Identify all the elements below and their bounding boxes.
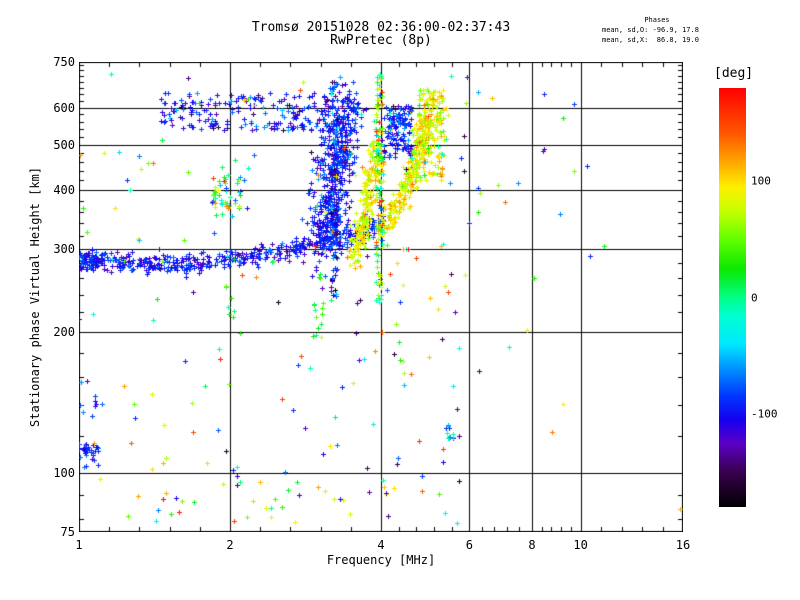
y-tick-label: 500	[53, 137, 75, 152]
x-axis-label: Frequency [MHz]	[326, 553, 436, 567]
phase-stats-header: Phases	[644, 16, 670, 24]
phase-stats-o-mode: mean, sd,O: -96.9, 17.8	[602, 26, 699, 34]
phase-stats-x-mode: mean, sd,X: 86.8, 19.0	[602, 36, 699, 44]
y-tick-label: 75	[60, 525, 75, 539]
x-tick-label: 8	[528, 538, 536, 552]
scatter-canvas	[79, 62, 683, 532]
x-tick-label: 6	[465, 538, 473, 552]
x-tick-label: 4	[377, 538, 385, 552]
y-tick-label: 200	[53, 324, 75, 339]
x-tick-label: 1	[75, 538, 83, 552]
colorbar-tick-label: 100	[751, 174, 771, 188]
x-tick-label: 16	[675, 538, 691, 552]
colorbar-tick-label: -100	[751, 407, 778, 421]
plot-subtitle: RwPretec (8p)	[330, 33, 432, 48]
colorbar	[719, 88, 746, 507]
phase-stats-annotation: Phases mean, sd,O: -96.9, 17.8 mean, sd,…	[602, 15, 712, 45]
y-tick-label: 300	[53, 242, 75, 257]
y-tick-label: 400	[53, 183, 75, 198]
y-axis-label: Stationary phase Virtual Height [km]	[28, 166, 42, 428]
colorbar-label: [deg]	[714, 66, 754, 81]
y-tick-label: 600	[53, 100, 75, 115]
x-tick-label: 10	[573, 538, 588, 552]
y-tick-label: 100	[53, 466, 75, 481]
plot-area	[79, 62, 683, 532]
x-tick-label: 2	[226, 538, 234, 552]
colorbar-tick-label: 0	[751, 291, 758, 304]
ionogram-figure: Tromsø 20151028 02:36:00-02:37:43 RwPret…	[0, 0, 800, 600]
y-tick-label: 750	[53, 55, 75, 69]
